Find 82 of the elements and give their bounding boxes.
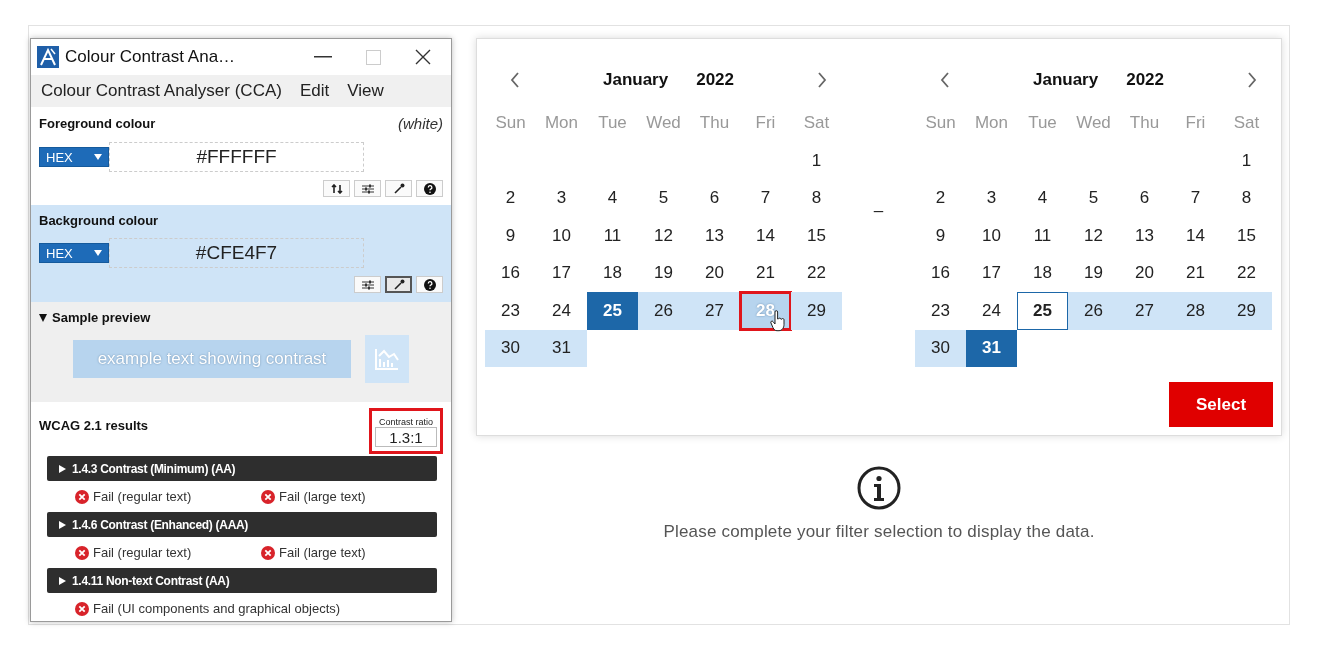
chevron-left-icon — [510, 72, 520, 88]
weekday-label: Mon — [973, 112, 1010, 134]
help-icon — [423, 182, 436, 195]
calendar-day[interactable]: 30 — [915, 329, 966, 367]
chart-icon — [374, 347, 400, 371]
tool-button[interactable] — [385, 276, 412, 293]
select-button[interactable]: Select — [1169, 382, 1273, 427]
result-text: Fail (large text) — [261, 489, 366, 504]
chevron-right-icon — [817, 72, 827, 88]
swap-icon — [330, 183, 343, 194]
help-icon — [423, 278, 436, 291]
ratio-value: 1.3:1 — [375, 427, 437, 447]
calendar-day[interactable]: 27 — [689, 292, 740, 330]
eyedropper-icon — [392, 182, 405, 195]
eyedropper-icon — [392, 278, 405, 291]
calendar-day[interactable]: 28 — [1170, 292, 1221, 330]
calendar-day[interactable]: 26 — [638, 292, 689, 330]
calendar-day[interactable]: 27 — [1119, 292, 1170, 330]
ratio-label: Contrast ratio — [379, 417, 433, 427]
menu-item[interactable]: Edit — [299, 81, 330, 101]
triangle-icon — [59, 576, 66, 585]
range-separator: – — [872, 201, 885, 221]
weekday-label: Fri — [1184, 112, 1207, 134]
close-icon — [415, 49, 431, 65]
info-icon — [857, 466, 901, 510]
minimize-icon — [314, 56, 332, 58]
hex-input[interactable]: #FFFFFF — [109, 142, 364, 172]
weekday-label: Sat — [1232, 112, 1261, 134]
menu-item[interactable]: Colour Contrast Analyser (CCA) — [41, 81, 282, 101]
criterion-header[interactable]: 1.4.11 Non-text Contrast (AA) — [47, 568, 437, 593]
calendar-day[interactable]: 30 — [485, 329, 536, 367]
weekday-label: Sun — [494, 112, 527, 134]
weekday-label: Tue — [597, 112, 628, 134]
menu-item[interactable]: View — [347, 81, 384, 101]
weekday-label: Mon — [543, 112, 580, 134]
hex-input[interactable]: #CFE4F7 — [109, 238, 364, 268]
month-label[interactable]: January — [1033, 70, 1099, 90]
section-label[interactable]: Sample preview — [52, 310, 151, 325]
app-logo-icon — [37, 46, 59, 68]
section-label: Foreground colour — [39, 116, 156, 131]
criterion-header[interactable]: 1.4.3 Contrast (Minimum) (AA) — [47, 456, 437, 481]
weekday-label: Wed — [1075, 112, 1112, 134]
empty-state-message: Please complete your filter selection to display the data. — [663, 522, 1095, 542]
caret-icon — [94, 250, 102, 256]
triangle-icon — [59, 464, 66, 473]
chevron-right-icon — [1247, 72, 1257, 88]
calendar-day[interactable]: 29 — [791, 292, 842, 330]
calendar-day[interactable]: 26 — [1068, 292, 1119, 330]
month-label[interactable]: January — [603, 70, 669, 90]
section-label: Background colour — [39, 213, 159, 228]
weekday-label: Thu — [698, 112, 731, 134]
chevron-left-icon — [940, 72, 950, 88]
result-text: Fail (large text) — [261, 545, 366, 560]
weekday-label: Tue — [1027, 112, 1058, 134]
calendar-day[interactable]: 25 — [587, 292, 638, 330]
calendar-day[interactable]: 31 — [966, 329, 1017, 367]
format-dropdown[interactable]: HEX — [39, 243, 109, 263]
triangle-icon[interactable] — [39, 313, 47, 322]
result-text: Fail (regular text) — [75, 489, 261, 504]
weekday-label: Wed — [645, 112, 682, 134]
calendar-day[interactable]: 31 — [536, 329, 587, 367]
colour-name: (white) — [398, 115, 443, 132]
maximize-icon — [365, 49, 381, 65]
calendar-day[interactable]: 29 — [1221, 292, 1272, 330]
weekday-label: Sat — [802, 112, 831, 134]
calendar-day[interactable]: 25 — [1017, 292, 1068, 330]
weekday-label: Sun — [924, 112, 957, 134]
triangle-icon — [59, 520, 66, 529]
weekday-label: Fri — [754, 112, 777, 134]
sliders-icon — [360, 279, 375, 290]
weekday-label: Thu — [1128, 112, 1161, 134]
criterion-header[interactable]: 1.4.6 Contrast (Enhanced) (AAA) — [47, 512, 437, 537]
caret-icon — [94, 154, 102, 160]
section-label: WCAG 2.1 results — [39, 418, 149, 433]
format-dropdown[interactable]: HEX — [39, 147, 109, 167]
result-text: Fail (regular text) — [75, 545, 261, 560]
sample-text: example text showing contrast — [73, 340, 351, 378]
year-label[interactable]: 2022 — [1126, 70, 1164, 90]
sliders-icon — [360, 183, 375, 194]
year-label[interactable]: 2022 — [696, 70, 734, 90]
result-text: Fail (UI components and graphical objects) — [75, 601, 341, 616]
window-title: Colour Contrast Ana… — [65, 47, 237, 67]
